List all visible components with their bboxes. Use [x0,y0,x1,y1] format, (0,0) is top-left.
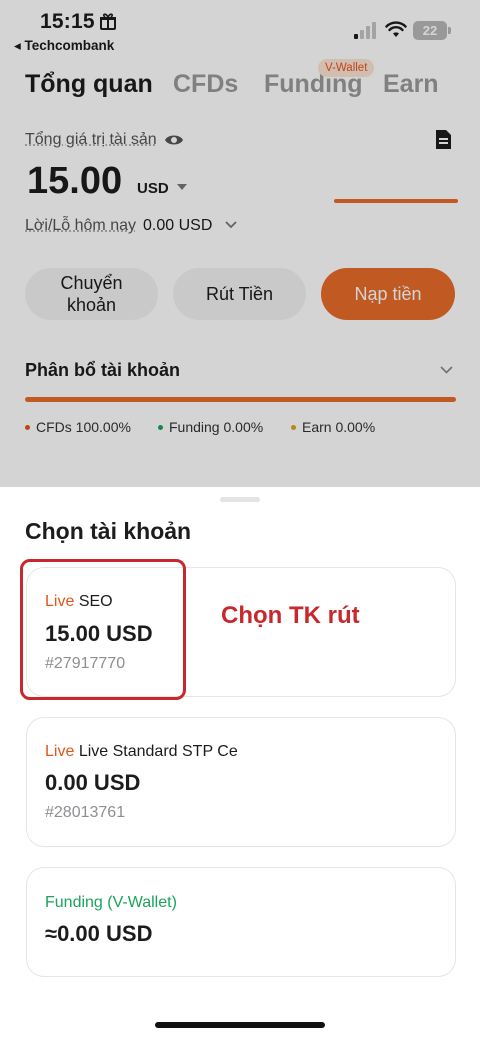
account-card[interactable]: Funding (V-Wallet) ≈0.00 USD [26,867,456,977]
annotation-text: Chọn TK rút [221,602,360,629]
account-number: #28013761 [45,804,126,821]
sheet-title: Chọn tài khoản [25,518,192,544]
account-label: Live Live Standard STP Ce [45,743,238,761]
annotation-highlight-box [20,559,186,700]
account-balance: 0.00 USD [45,770,141,795]
dim-overlay[interactable] [0,0,480,487]
sheet-grabber[interactable] [220,497,260,502]
account-card[interactable]: Live Live Standard STP Ce 0.00 USD #2801… [26,717,456,847]
account-name: Live Standard STP Ce [78,743,238,760]
account-label: Funding (V-Wallet) [45,894,177,912]
home-indicator[interactable] [155,1022,325,1028]
account-balance: ≈0.00 USD [45,921,153,946]
account-type: Funding (V-Wallet) [45,894,177,911]
account-type: Live [45,743,75,760]
